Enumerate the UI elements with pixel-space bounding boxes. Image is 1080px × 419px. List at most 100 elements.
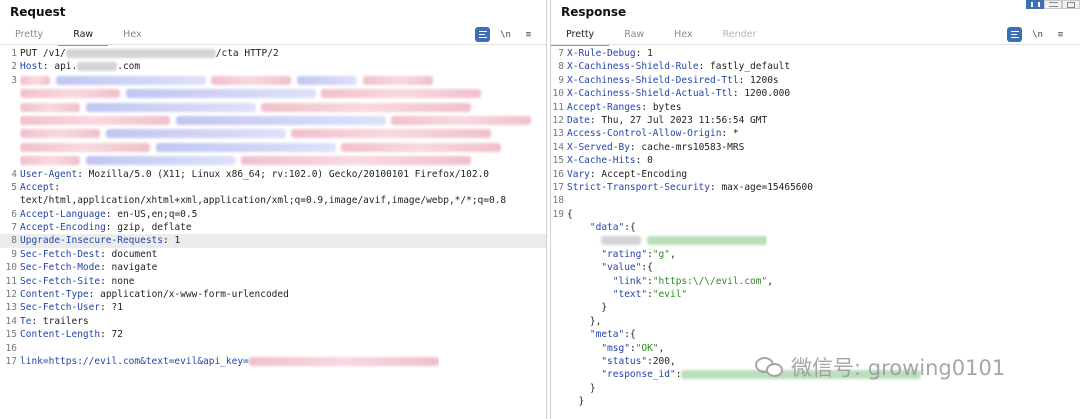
tab-hex[interactable]: Hex bbox=[108, 28, 156, 44]
line-text: X-Cachiness-Shield-Desired-Ttl: 1200s bbox=[567, 74, 779, 87]
header-value: Accept-Encoding bbox=[595, 168, 688, 180]
show-newlines-button[interactable]: \n bbox=[498, 27, 513, 42]
code-line: 14 X-Served-By: cache-mrs10583-MRS bbox=[551, 141, 1080, 154]
tab-hex[interactable]: Hex bbox=[659, 28, 707, 44]
tab-divider bbox=[0, 44, 546, 45]
json-key: "text" bbox=[612, 289, 648, 301]
header-value: * bbox=[727, 128, 739, 140]
layout-stacked-icon[interactable] bbox=[1044, 0, 1062, 9]
code-line bbox=[551, 234, 1080, 247]
code-line: 16 bbox=[0, 342, 546, 355]
line-text: text/html,application/xhtml+xml,applicat… bbox=[20, 194, 506, 207]
line-text bbox=[20, 101, 477, 114]
json-punct: } bbox=[589, 382, 596, 394]
json-punct: :{ bbox=[624, 329, 636, 341]
show-newlines-button[interactable]: \n bbox=[1030, 27, 1045, 42]
request-editor[interactable]: 1 PUT /v1//cta HTTP/2 2 Host: api. .com 3 4 Us… bbox=[0, 47, 546, 368]
code-line: 3 bbox=[0, 74, 546, 87]
header-value: Mozilla/5.0 (X11; Linux x86_64; rv:102.0… bbox=[82, 168, 490, 180]
code-line: "data":{ bbox=[551, 221, 1080, 234]
code-line: 12 Content-Type: application/x-www-form-u… bbox=[0, 288, 546, 301]
redacted-blur bbox=[20, 142, 150, 152]
json-punct: , bbox=[658, 342, 665, 354]
code-line: 7 Accept-Encoding: gzip, deflate bbox=[0, 221, 546, 234]
redacted-blur bbox=[362, 75, 433, 85]
line-text: "meta":{ bbox=[567, 328, 636, 341]
header-value: ?1 bbox=[105, 302, 123, 314]
code-line: 10 Sec-Fetch-Mode: navigate bbox=[0, 261, 546, 274]
request-title: Request bbox=[10, 5, 66, 19]
code-line bbox=[0, 154, 546, 167]
line-text: Sec-Fetch-Site: none bbox=[20, 275, 134, 288]
code-line: 8 Upgrade-Insecure-Requests: 1 bbox=[0, 234, 546, 248]
line-text: X-Cache-Hits: 0 bbox=[567, 154, 653, 167]
redacted-blur bbox=[321, 89, 482, 99]
colon: : bbox=[54, 181, 61, 193]
json-punct: } bbox=[601, 302, 608, 314]
header-name: Host bbox=[20, 61, 43, 73]
request-line-method: PUT /v1/ bbox=[20, 48, 66, 59]
tab-raw[interactable]: Raw bbox=[58, 28, 109, 46]
header-name: Accept-Encoding bbox=[20, 222, 106, 234]
line-text bbox=[20, 87, 487, 100]
line-number bbox=[551, 301, 567, 314]
redacted-blur bbox=[261, 102, 472, 112]
json-punct: :{ bbox=[641, 262, 653, 274]
response-toolbar: \n ≡ bbox=[1007, 27, 1068, 42]
code-line: text/html,application/xhtml+xml,applicat… bbox=[0, 194, 546, 207]
pretty-print-toggle-icon[interactable] bbox=[475, 27, 490, 42]
line-number: 13 bbox=[552, 128, 564, 140]
json-key: "rating" bbox=[601, 248, 648, 260]
redacted-blur bbox=[20, 89, 120, 99]
request-pane: Request Pretty Raw Hex \n ≡ 1 PUT /v1//ct… bbox=[0, 0, 547, 419]
header-name: Strict-Transport-Security bbox=[567, 181, 710, 193]
line-number: 6 bbox=[11, 208, 17, 220]
header-value: en-US,en;q=0.5 bbox=[111, 208, 198, 220]
menu-icon[interactable]: ≡ bbox=[1053, 27, 1068, 42]
line-number: 9 bbox=[11, 248, 17, 260]
tab-pretty[interactable]: Pretty bbox=[0, 28, 58, 44]
line-text: } bbox=[567, 382, 596, 395]
line-number bbox=[551, 288, 567, 301]
json-punct: :{ bbox=[624, 222, 636, 234]
line-text: Sec-Fetch-Mode: navigate bbox=[20, 261, 157, 274]
line-text bbox=[567, 234, 768, 247]
tab-raw[interactable]: Raw bbox=[609, 28, 659, 44]
json-key: "meta" bbox=[589, 329, 625, 341]
code-line: 11 Accept-Ranges: bytes bbox=[551, 101, 1080, 114]
line-number: 3 bbox=[11, 74, 17, 86]
tab-render[interactable]: Render bbox=[708, 28, 772, 44]
line-number: 11 bbox=[552, 101, 564, 113]
header-name: Vary bbox=[567, 168, 590, 180]
code-line: "value":{ bbox=[551, 261, 1080, 274]
json-number: 200 bbox=[652, 355, 670, 367]
code-line bbox=[0, 141, 546, 154]
tab-pretty[interactable]: Pretty bbox=[551, 28, 610, 46]
redacted-blur bbox=[155, 142, 336, 152]
json-punct: }, bbox=[589, 315, 602, 327]
line-text: "link":"https:\/\/evil.com", bbox=[567, 275, 773, 288]
line-number: 7 bbox=[11, 222, 17, 234]
pretty-print-toggle-icon[interactable] bbox=[1007, 27, 1022, 42]
redacted-blur bbox=[20, 129, 100, 139]
redacted-blur bbox=[20, 115, 170, 125]
header-name: Accept-Ranges bbox=[567, 101, 642, 113]
layout-single-icon[interactable] bbox=[1062, 0, 1080, 9]
redacted-blur bbox=[248, 356, 439, 366]
line-text: Te: trailers bbox=[20, 315, 89, 328]
line-number bbox=[551, 248, 567, 261]
request-body: link=https://evil.com&text=evil&api_key= bbox=[20, 355, 249, 367]
code-line: 17 link=https://evil.com&text=evil&api_ke… bbox=[0, 355, 546, 368]
menu-icon[interactable]: ≡ bbox=[521, 27, 536, 42]
json-string: "g" bbox=[652, 248, 670, 260]
line-number bbox=[0, 101, 20, 114]
layout-side-by-side-icon[interactable] bbox=[1026, 0, 1044, 9]
wechat-logo-icon bbox=[755, 355, 785, 379]
header-name: Sec-Fetch-Dest bbox=[20, 248, 101, 260]
line-number: 2 bbox=[11, 61, 17, 73]
line-number bbox=[551, 355, 567, 368]
line-text: "value":{ bbox=[567, 261, 653, 274]
line-number bbox=[0, 194, 20, 207]
code-line bbox=[0, 101, 546, 114]
code-line: 8 X-Cachiness-Shield-Rule: fastly_default bbox=[551, 60, 1080, 73]
